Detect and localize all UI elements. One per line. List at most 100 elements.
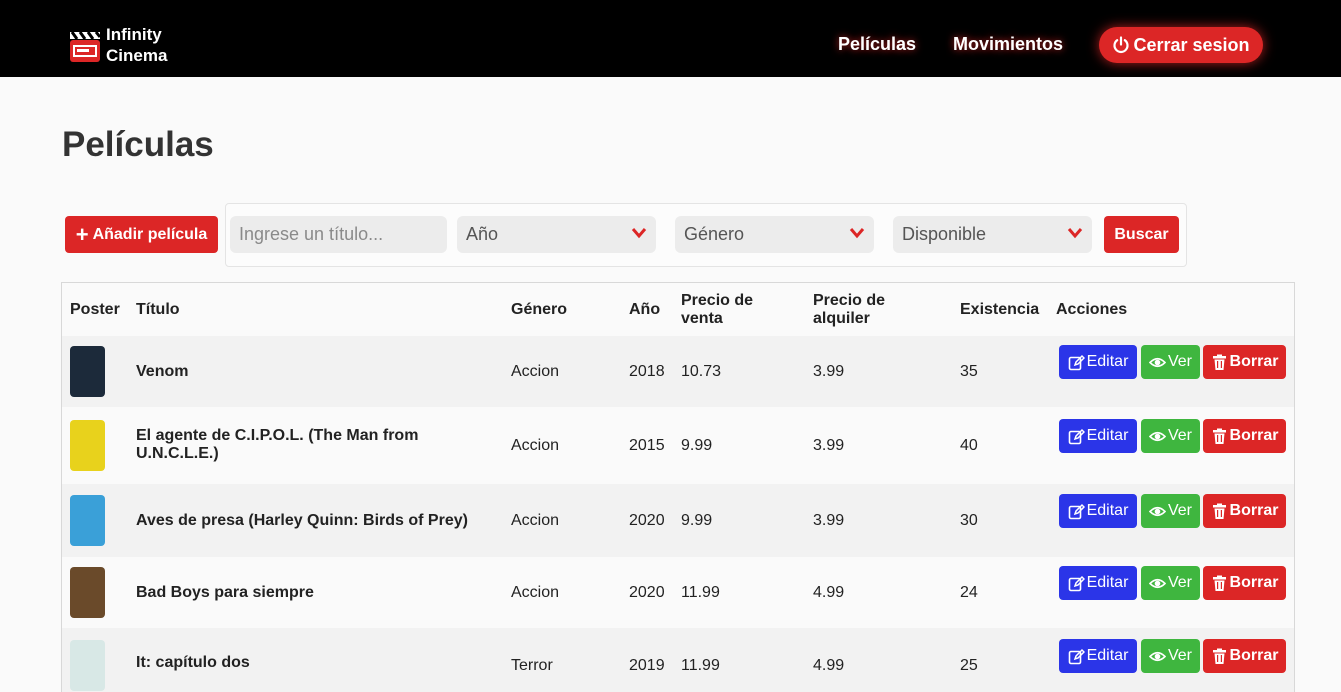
movie-sale-price: 11.99 xyxy=(681,657,720,674)
movie-year: 2020 xyxy=(629,512,665,529)
availability-select[interactable]: Disponible xyxy=(893,216,1092,253)
movie-genre: Accion xyxy=(511,437,560,454)
brand-name: Infinity Cinema xyxy=(106,24,167,66)
edit-button[interactable]: Editar xyxy=(1059,639,1137,673)
edit-icon xyxy=(1068,648,1085,664)
title-search-input[interactable]: Ingrese un título... xyxy=(230,216,447,253)
movie-poster-image xyxy=(70,640,105,691)
delete-button[interactable]: Borrar xyxy=(1203,566,1286,600)
movie-poster-image xyxy=(70,346,105,397)
movie-title: Venom xyxy=(136,363,189,380)
movie-poster-image xyxy=(70,420,105,471)
table-row: Bad Boys para siempre Accion 2020 11.99 4.99… xyxy=(62,557,1294,628)
movie-genre: Terror xyxy=(511,657,553,674)
view-button[interactable]: Ver xyxy=(1141,345,1200,379)
movie-stock: 25 xyxy=(960,657,978,674)
genre-select[interactable]: Género xyxy=(675,216,874,253)
header-rent-price-line1: Precio de xyxy=(813,292,886,309)
add-movie-label: Añadir película xyxy=(92,225,208,243)
movie-year: 2015 xyxy=(629,437,665,454)
edit-button[interactable]: Editar xyxy=(1059,566,1137,600)
movie-rent-price: 3.99 xyxy=(813,512,845,529)
search-button[interactable]: Buscar xyxy=(1104,216,1179,253)
genre-select-value: Género xyxy=(684,224,745,244)
view-label: Ver xyxy=(1167,353,1192,370)
delete-button[interactable]: Borrar xyxy=(1203,494,1286,528)
add-movie-button[interactable]: + Añadir película xyxy=(65,216,218,253)
power-icon xyxy=(1113,36,1130,54)
view-button[interactable]: Ver xyxy=(1141,494,1200,528)
movie-title: Bad Boys para siempre xyxy=(136,584,314,601)
eye-icon xyxy=(1148,578,1166,588)
movie-rent-price: 4.99 xyxy=(813,584,845,601)
edit-label: Editar xyxy=(1086,427,1129,444)
movie-poster-image xyxy=(70,567,105,618)
movie-year: 2020 xyxy=(629,584,665,601)
logout-label: Cerrar sesion xyxy=(1133,34,1250,55)
eye-icon xyxy=(1148,431,1166,441)
movie-stock: 30 xyxy=(960,512,978,529)
delete-button[interactable]: Borrar xyxy=(1203,639,1286,673)
movie-stock: 24 xyxy=(960,584,978,601)
movie-sale-price: 11.99 xyxy=(681,584,720,601)
trash-icon xyxy=(1212,575,1226,591)
delete-label: Borrar xyxy=(1229,502,1279,519)
chevron-down-icon xyxy=(849,228,865,239)
movie-sale-price: 9.99 xyxy=(681,437,713,454)
edit-icon xyxy=(1068,428,1085,444)
delete-button[interactable]: Borrar xyxy=(1203,345,1286,379)
delete-label: Borrar xyxy=(1229,427,1279,444)
logout-button[interactable]: Cerrar sesion xyxy=(1099,27,1263,63)
plus-icon: + xyxy=(75,221,89,247)
movie-rent-price: 3.99 xyxy=(813,437,845,454)
edit-label: Editar xyxy=(1086,353,1129,370)
movie-genre: Accion xyxy=(511,512,560,529)
nav-link-movimientos[interactable]: Movimientos xyxy=(953,34,1063,55)
movie-sale-price: 9.99 xyxy=(681,512,713,529)
header-stock: Existencia xyxy=(960,301,1040,318)
table-row: It: capítulo dos Terror 2019 11.99 4.99 25 Edi… xyxy=(62,628,1294,692)
edit-icon xyxy=(1068,503,1085,519)
edit-button[interactable]: Editar xyxy=(1059,494,1137,528)
edit-label: Editar xyxy=(1086,574,1129,591)
brand-line-1: Infinity xyxy=(106,25,162,44)
availability-select-value: Disponible xyxy=(902,224,987,244)
movie-title: It: capítulo dos xyxy=(136,654,250,671)
movie-stock: 35 xyxy=(960,363,978,380)
delete-button[interactable]: Borrar xyxy=(1203,419,1286,453)
movie-stock: 40 xyxy=(960,437,978,454)
page-title: Películas xyxy=(62,125,214,164)
trash-icon xyxy=(1212,354,1226,370)
view-label: Ver xyxy=(1167,574,1192,591)
edit-label: Editar xyxy=(1086,647,1129,664)
nav-link-peliculas[interactable]: Películas xyxy=(838,34,916,55)
view-button[interactable]: Ver xyxy=(1141,566,1200,600)
table-row: Venom Accion 2018 10.73 3.99 35 Editar Ver Borra… xyxy=(62,336,1294,407)
brand-logo[interactable]: Infinity Cinema xyxy=(69,24,167,66)
header-rent-price-line2: alquiler xyxy=(813,310,870,327)
edit-label: Editar xyxy=(1086,502,1129,519)
view-label: Ver xyxy=(1167,647,1192,664)
top-navbar: Infinity Cinema Películas Movimientos Ce… xyxy=(0,0,1341,77)
view-button[interactable]: Ver xyxy=(1141,419,1200,453)
trash-icon xyxy=(1212,648,1226,664)
movie-genre: Accion xyxy=(511,363,560,380)
movie-rent-price: 3.99 xyxy=(813,363,845,380)
edit-button[interactable]: Editar xyxy=(1059,419,1137,453)
movie-title: Aves de presa (Harley Quinn: Birds of Pr… xyxy=(136,512,468,529)
header-rent-price: Precio de alquiler xyxy=(813,292,885,328)
clapperboard-icon xyxy=(70,31,101,62)
header-title: Título xyxy=(136,301,180,318)
header-sale-price-line2: venta xyxy=(681,310,723,327)
year-select[interactable]: Año xyxy=(457,216,656,253)
view-button[interactable]: Ver xyxy=(1141,639,1200,673)
eye-icon xyxy=(1148,357,1166,367)
movie-title: El agente de C.I.P.O.L. (The Man from U.… xyxy=(136,427,419,462)
brand-line-2: Cinema xyxy=(106,46,168,65)
edit-icon xyxy=(1068,575,1085,591)
movie-year: 2019 xyxy=(629,657,665,674)
trash-icon xyxy=(1212,503,1226,519)
header-poster: Poster xyxy=(70,301,120,318)
eye-icon xyxy=(1148,651,1166,661)
edit-button[interactable]: Editar xyxy=(1059,345,1137,379)
